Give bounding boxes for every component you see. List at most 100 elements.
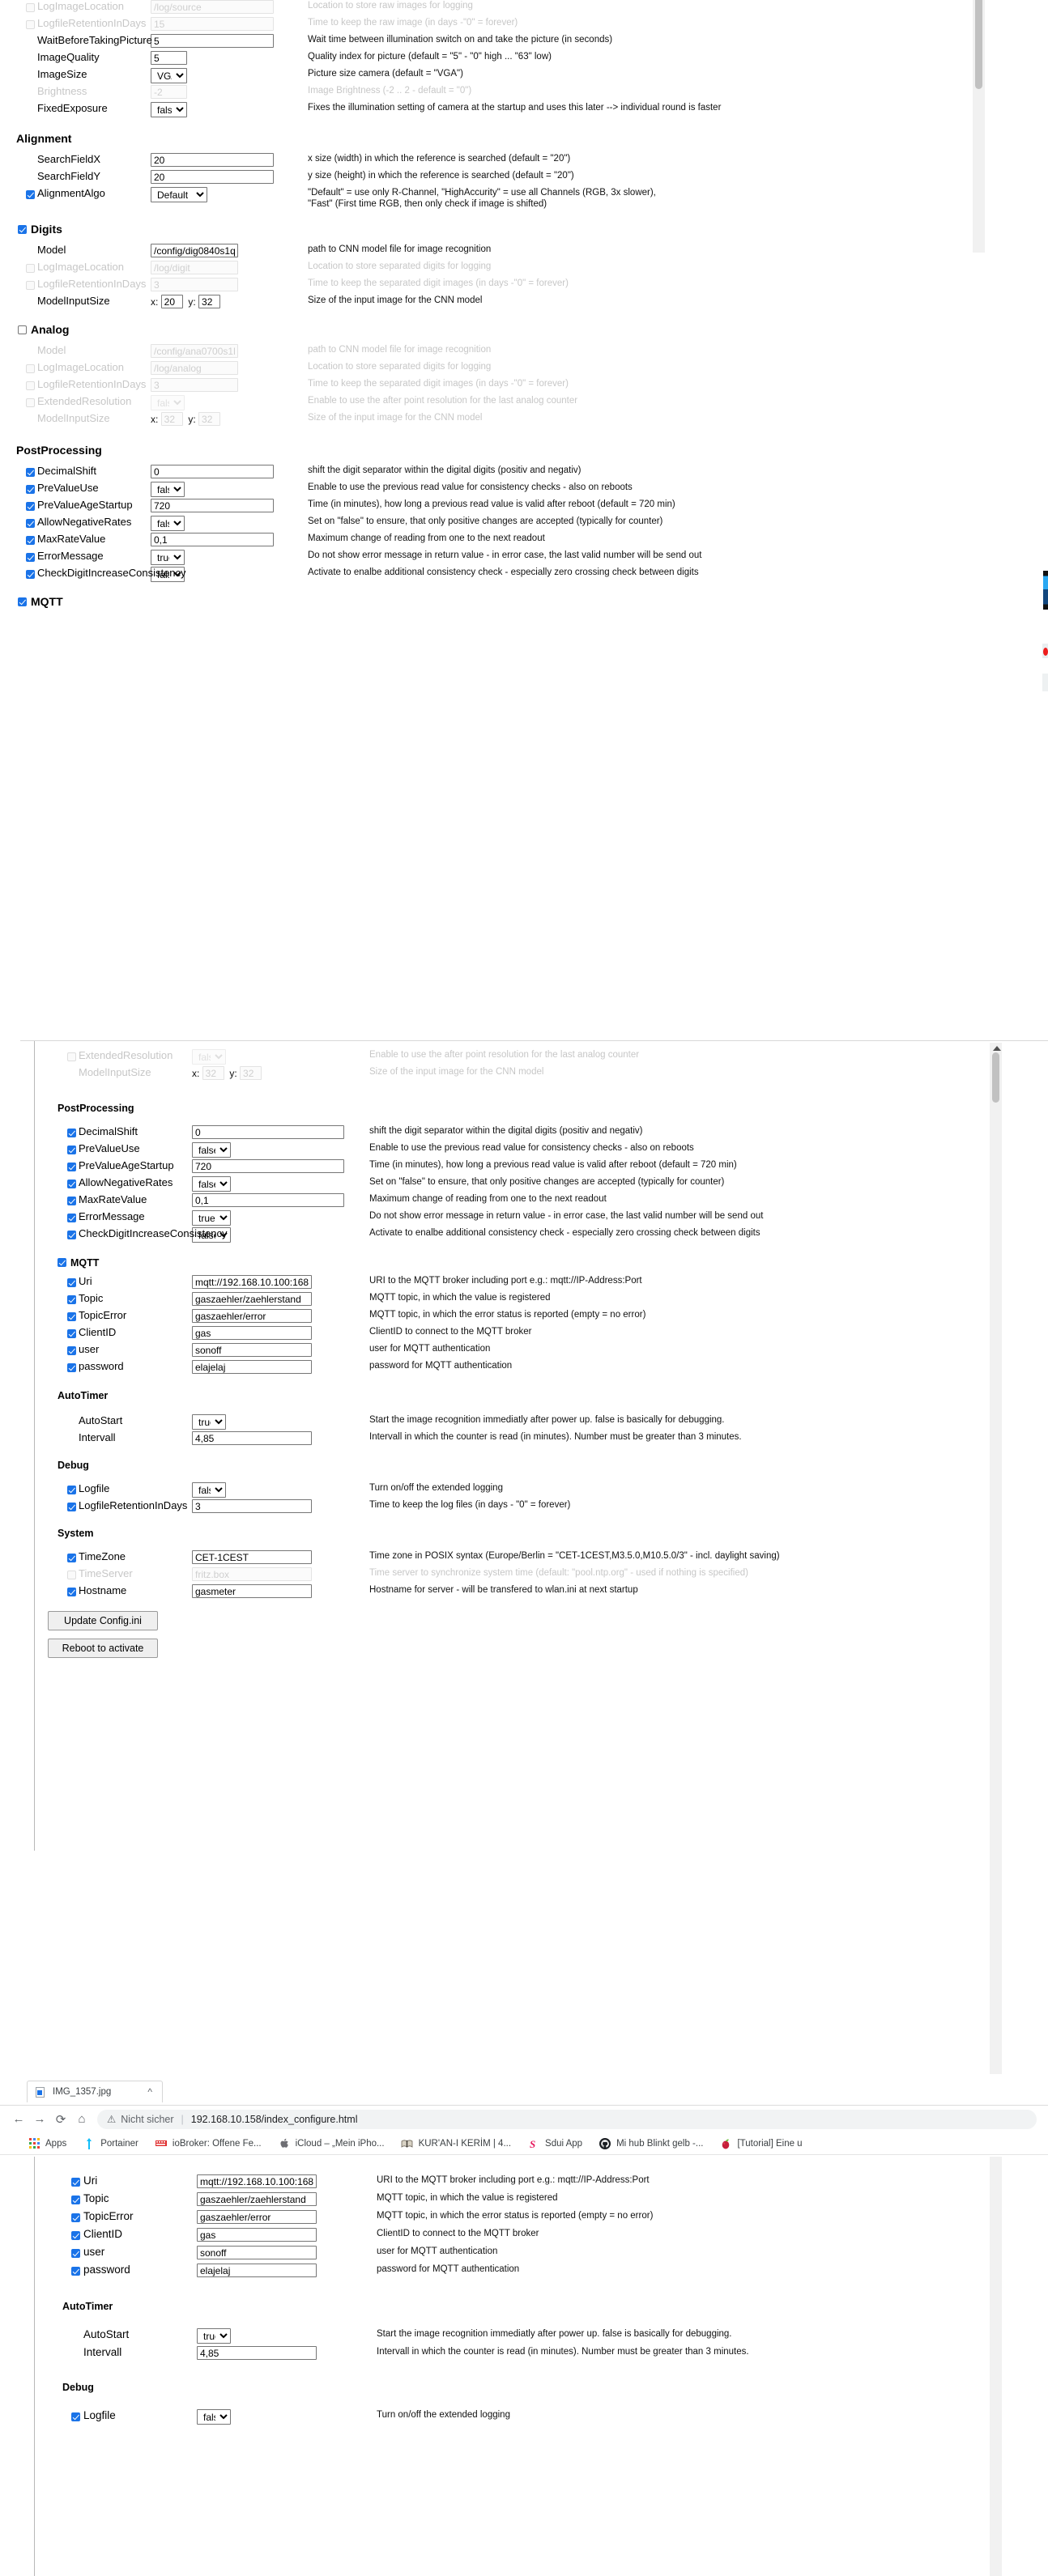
vertical-scrollbar-thumb-top[interactable] <box>975 0 982 89</box>
input-Intervall[interactable] <box>197 2346 317 2360</box>
checkbox-AlignmentAlgo[interactable] <box>26 190 35 199</box>
select-Logfile[interactable]: false <box>197 2409 231 2425</box>
checkbox-section-MQTT[interactable] <box>58 1258 66 1267</box>
bookmark-item[interactable]: S Sdui App <box>527 2137 582 2150</box>
checkbox-ClientID[interactable] <box>71 2231 80 2240</box>
input-DecimalShift[interactable] <box>151 465 274 479</box>
checkbox-Uri[interactable] <box>67 1278 76 1287</box>
checkbox-ErrorMessage[interactable] <box>67 1214 76 1222</box>
input-password[interactable] <box>197 2264 317 2277</box>
checkbox-PreValueUse[interactable] <box>67 1146 76 1154</box>
checkbox-section-Digits[interactable] <box>18 225 27 235</box>
bookmark-item[interactable]: Apps <box>28 2137 66 2150</box>
scrollbar-up-arrow-middle[interactable] <box>993 1046 1001 1051</box>
input-user[interactable] <box>197 2246 317 2259</box>
input-ClientID[interactable] <box>197 2228 317 2242</box>
checkbox-password[interactable] <box>71 2267 80 2276</box>
input-SearchFieldY[interactable] <box>151 170 274 184</box>
checkbox-Logfile[interactable] <box>71 2412 80 2421</box>
input-Intervall[interactable] <box>192 1431 312 1445</box>
checkbox-AllowNegativeRates[interactable] <box>67 1180 76 1188</box>
bookmark-item[interactable]: ioBroker: Offene Fe... <box>155 2137 262 2150</box>
forward-icon[interactable]: → <box>29 2112 50 2126</box>
select-ImageSize[interactable]: VGA <box>151 68 187 83</box>
input-Model[interactable] <box>151 244 238 258</box>
checkbox-ClientID[interactable] <box>67 1329 76 1338</box>
checkbox-password[interactable] <box>67 1363 76 1372</box>
checkbox-MaxRateValue[interactable] <box>67 1197 76 1205</box>
input-DecimalShift[interactable] <box>192 1125 344 1139</box>
input-user[interactable] <box>192 1343 312 1357</box>
bookmark-item[interactable]: Mi hub Blinkt gelb -... <box>599 2137 703 2150</box>
checkbox-section-MQTT[interactable] <box>18 597 27 607</box>
input-Topic[interactable] <box>192 1292 312 1306</box>
checkbox-user[interactable] <box>71 2249 80 2258</box>
bookmark-item[interactable]: iCloud – „Mein iPho... <box>278 2137 385 2150</box>
checkbox-PreValueAgeStartup[interactable] <box>67 1163 76 1171</box>
input-LogfileRetentionInDays[interactable] <box>192 1499 312 1513</box>
bookmark-item[interactable]: KUR'AN-I KERİM | 4... <box>401 2137 511 2150</box>
select-Logfile[interactable]: false <box>192 1482 226 1498</box>
address-bar[interactable]: ⚠ Nicht sicher | 192.168.10.158/index_co… <box>97 2109 1037 2129</box>
bookmark-item[interactable]: [Tutorial] Eine u <box>719 2137 803 2150</box>
select-AutoStart[interactable]: true <box>192 1414 226 1430</box>
input-PreValueAgeStartup[interactable] <box>151 499 274 513</box>
input-TopicError[interactable] <box>192 1309 312 1323</box>
checkbox-Logfile[interactable] <box>67 1486 76 1494</box>
chevron-up-icon[interactable]: ^ <box>147 2086 152 2098</box>
reload-icon[interactable]: ⟳ <box>50 2112 71 2127</box>
input-TopicError[interactable] <box>197 2210 317 2224</box>
select-AlignmentAlgo[interactable]: Default <box>151 187 207 202</box>
input-Uri[interactable] <box>197 2174 317 2188</box>
checkbox-CheckDigitIncreaseConsistency[interactable] <box>26 570 35 580</box>
select-ErrorMessage[interactable]: true <box>151 550 185 566</box>
input-MaxRateValue[interactable] <box>151 533 274 547</box>
input-ImageQuality[interactable] <box>151 51 187 65</box>
select-ErrorMessage[interactable]: true <box>192 1210 231 1226</box>
select-AllowNegativeRates[interactable]: false <box>151 516 185 532</box>
input-Uri[interactable] <box>192 1275 312 1289</box>
checkbox-CheckDigitIncreaseConsistency[interactable] <box>67 1231 76 1239</box>
home-icon[interactable]: ⌂ <box>71 2112 92 2126</box>
download-item-bar[interactable]: IMG_1357.jpg ^ <box>27 2081 163 2102</box>
checkbox-TimeZone[interactable] <box>67 1554 76 1562</box>
select-PreValueUse[interactable]: false <box>151 482 185 498</box>
checkbox-Topic[interactable] <box>71 2196 80 2204</box>
select-AllowNegativeRates[interactable]: false <box>192 1176 231 1192</box>
checkbox-LogfileRetentionInDays[interactable] <box>67 1503 76 1511</box>
input-ModelInputSize-y[interactable] <box>198 295 221 309</box>
input-MaxRateValue[interactable] <box>192 1193 344 1207</box>
back-icon[interactable]: ← <box>8 2112 29 2126</box>
checkbox-Hostname[interactable] <box>67 1588 76 1596</box>
select-PreValueUse[interactable]: false <box>192 1142 231 1158</box>
checkbox-Uri[interactable] <box>71 2178 80 2187</box>
checkbox-AllowNegativeRates[interactable] <box>26 519 35 529</box>
input-password[interactable] <box>192 1360 312 1374</box>
checkbox-TopicError[interactable] <box>67 1312 76 1321</box>
select-AutoStart[interactable]: true <box>197 2328 231 2344</box>
checkbox-PreValueAgeStartup[interactable] <box>26 502 35 512</box>
checkbox-DecimalShift[interactable] <box>67 1129 76 1137</box>
input-Hostname[interactable] <box>192 1584 312 1598</box>
checkbox-PreValueUse[interactable] <box>26 485 35 495</box>
vertical-scrollbar-thumb-middle[interactable] <box>992 1052 999 1103</box>
bookmark-item[interactable]: Portainer <box>83 2137 138 2150</box>
update-config-button[interactable]: Update Config.ini <box>48 1611 158 1630</box>
reboot-to-activate-button[interactable]: Reboot to activate <box>48 1639 158 1658</box>
input-TimeZone[interactable] <box>192 1550 312 1564</box>
vertical-scrollbar-track-bottom[interactable] <box>990 2157 1002 2576</box>
checkbox-section-Analog[interactable] <box>18 325 27 335</box>
checkbox-TopicError[interactable] <box>71 2213 80 2222</box>
checkbox-MaxRateValue[interactable] <box>26 536 35 546</box>
input-SearchFieldX[interactable] <box>151 153 274 167</box>
input-Topic[interactable] <box>197 2192 317 2206</box>
checkbox-DecimalShift[interactable] <box>26 468 35 478</box>
checkbox-ErrorMessage[interactable] <box>26 553 35 563</box>
input-ModelInputSize-x[interactable] <box>160 295 183 309</box>
checkbox-Topic[interactable] <box>67 1295 76 1304</box>
input-PreValueAgeStartup[interactable] <box>192 1159 344 1173</box>
input-ClientID[interactable] <box>192 1326 312 1340</box>
vertical-scrollbar-track-middle[interactable] <box>990 1043 1002 2075</box>
input-WaitBeforeTakingPicture[interactable] <box>151 34 274 48</box>
checkbox-user[interactable] <box>67 1346 76 1355</box>
